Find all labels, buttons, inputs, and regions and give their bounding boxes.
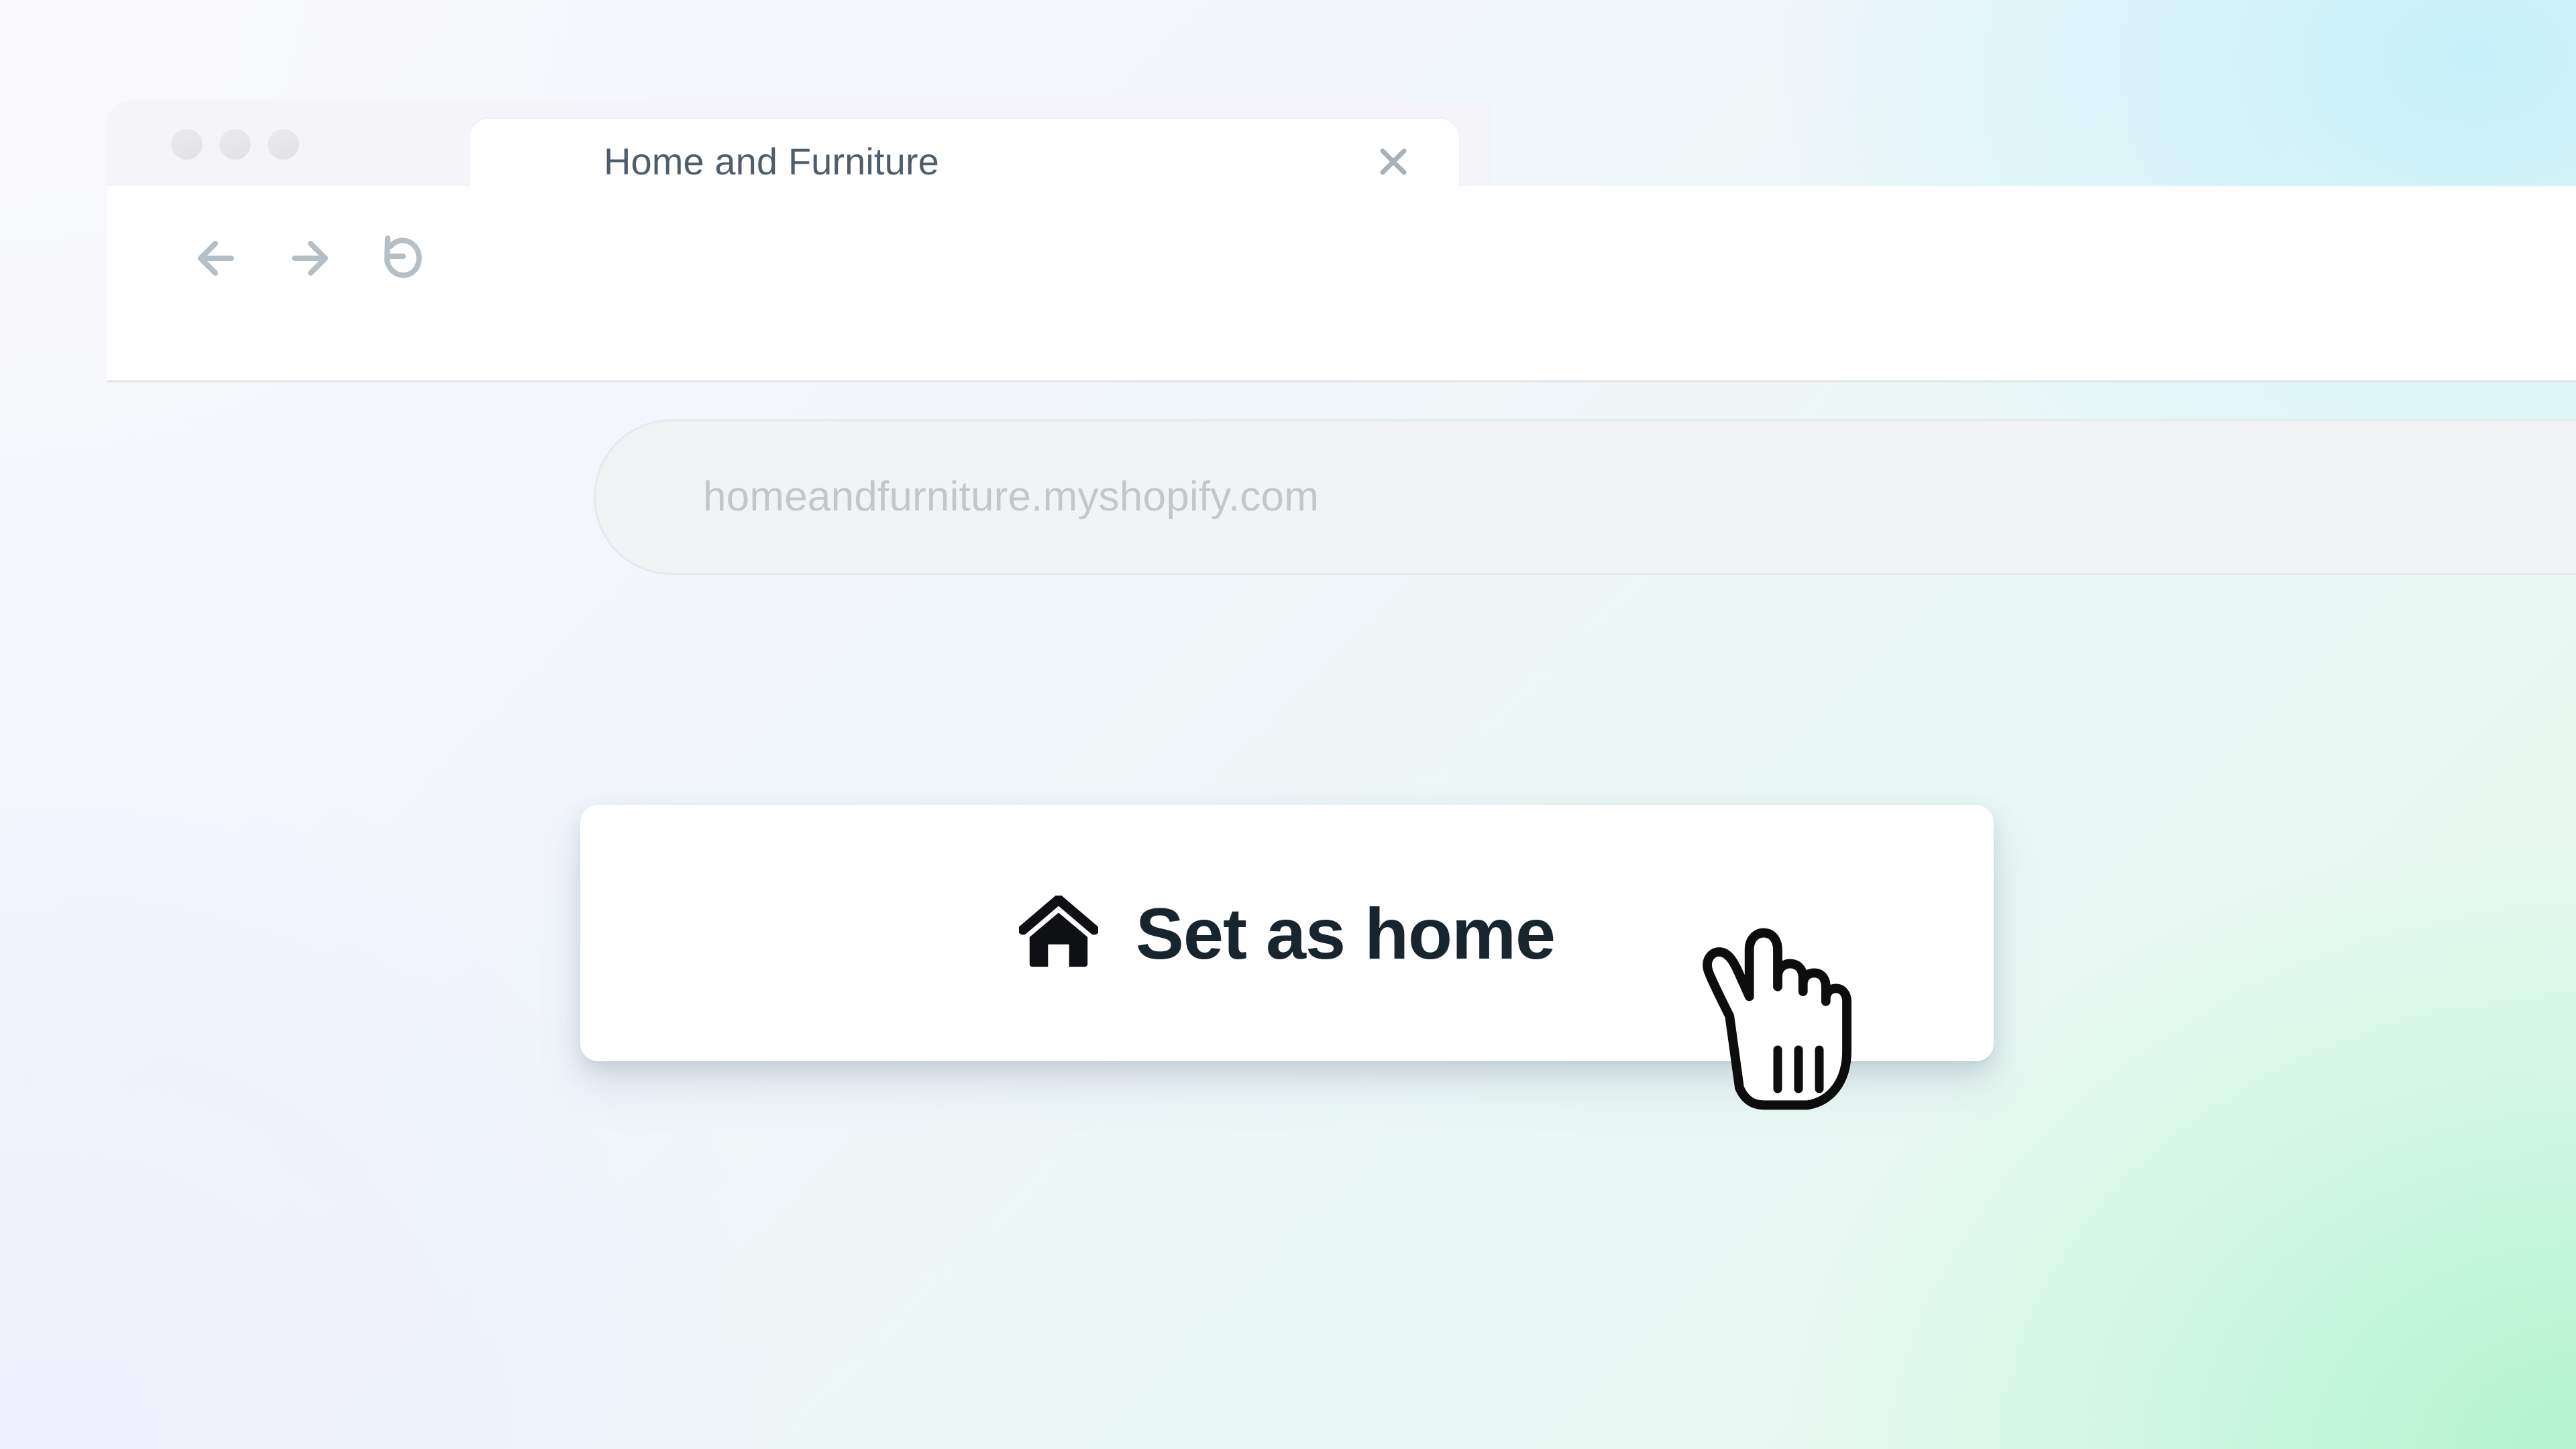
arrow-left-icon[interactable] <box>181 223 252 294</box>
window-control-minimize[interactable] <box>219 128 251 160</box>
set-as-home-label: Set as home <box>1135 892 1556 974</box>
screen-background: Home and Furniture homeandfurniture.mysh… <box>0 0 2576 1449</box>
navigation-buttons <box>181 223 437 294</box>
window-control-close[interactable] <box>171 128 203 160</box>
page-viewport: Set as home <box>107 382 2576 1449</box>
close-icon[interactable] <box>1375 143 1412 180</box>
home-icon <box>1018 896 1098 967</box>
window-control-maximize[interactable] <box>268 128 299 160</box>
browser-window: Home and Furniture homeandfurniture.mysh… <box>107 101 2576 1449</box>
window-controls <box>171 128 299 160</box>
reload-counterclockwise-icon[interactable] <box>366 223 437 294</box>
browser-toolbar: homeandfurniture.myshopify.com <box>107 186 2576 575</box>
arrow-right-icon[interactable] <box>274 223 345 294</box>
set-as-home-button[interactable]: Set as home <box>580 805 1994 1061</box>
